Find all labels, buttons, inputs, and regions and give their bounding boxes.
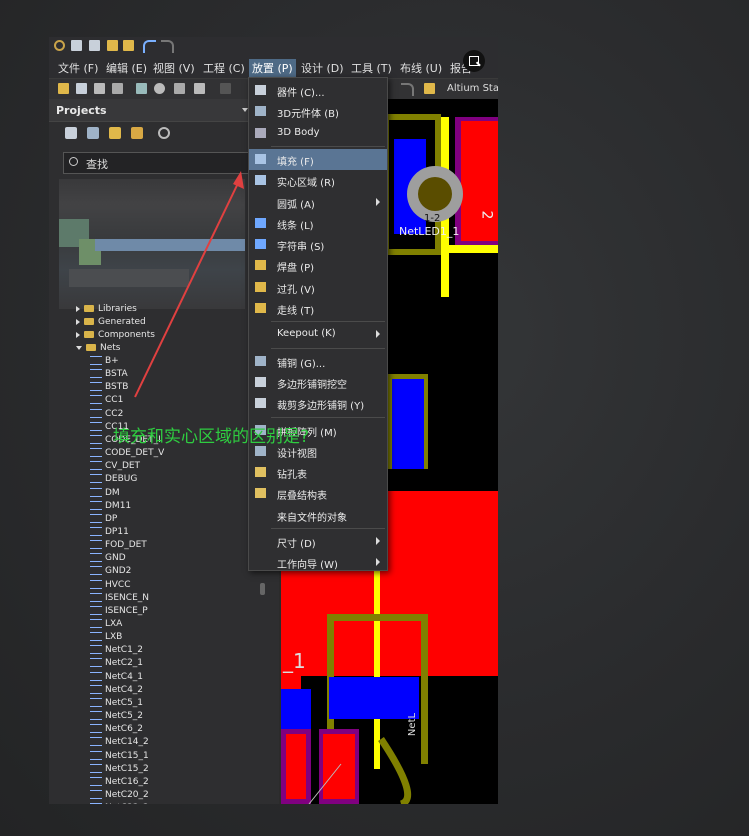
- screenshot-frame: 文件 (F) 编辑 (E) 视图 (V) 工程 (C) 放置 (P) 设计 (D…: [49, 37, 498, 804]
- annotation-question: 填充和实心区域的区别是?: [113, 427, 310, 447]
- expand-icon[interactable]: [463, 50, 485, 72]
- annotation-arrow: [134, 171, 244, 398]
